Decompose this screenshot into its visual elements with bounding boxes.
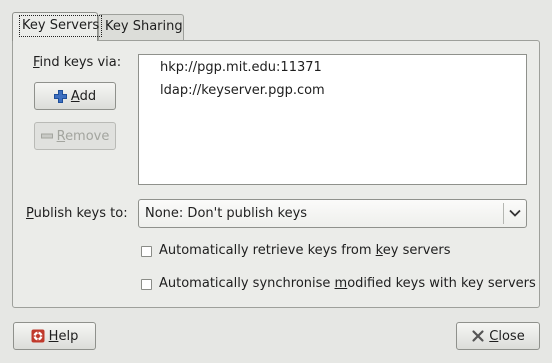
- chevron-down-icon: [508, 206, 522, 220]
- retrieve-keys-checkbox[interactable]: [141, 246, 152, 257]
- tab-label: Key Sharing: [105, 19, 183, 34]
- list-item[interactable]: ldap://keyserver.pgp.com: [160, 83, 325, 98]
- add-button[interactable]: Add: [34, 82, 116, 110]
- add-button-label: Add: [70, 88, 97, 104]
- publish-keys-value: None: Don't publish keys: [145, 206, 308, 221]
- find-keys-label: Find keys via:: [33, 55, 122, 70]
- close-button[interactable]: Close: [456, 322, 540, 350]
- preferences-window: Key Servers Key Sharing Find keys via: A…: [0, 0, 552, 363]
- remove-button-label: Remove: [56, 128, 110, 144]
- synchronise-keys-checkbox[interactable]: [141, 279, 152, 290]
- key-servers-panel: Find keys via: Add Remove hkp://pgp.mit.…: [12, 40, 540, 308]
- help-button[interactable]: Help: [13, 322, 96, 350]
- synchronise-keys-label[interactable]: Automatically synchronise modified keys …: [159, 276, 536, 291]
- close-x-icon: [471, 329, 485, 343]
- tab-key-servers[interactable]: Key Servers: [12, 12, 103, 41]
- tab-label: Key Servers: [19, 15, 103, 37]
- publish-keys-label: Publish keys to:: [26, 206, 128, 221]
- key-server-list[interactable]: hkp://pgp.mit.edu:11371 ldap://keyserver…: [138, 54, 527, 185]
- list-item[interactable]: hkp://pgp.mit.edu:11371: [160, 60, 322, 75]
- help-button-label: Help: [48, 328, 79, 344]
- tab-key-sharing[interactable]: Key Sharing: [98, 14, 184, 40]
- plus-icon: [53, 89, 67, 103]
- close-button-label: Close: [489, 328, 525, 344]
- retrieve-keys-label[interactable]: Automatically retrieve keys from key ser…: [159, 243, 451, 258]
- publish-keys-dropdown[interactable]: None: Don't publish keys: [138, 199, 527, 228]
- help-lifebuoy-icon: [31, 329, 45, 343]
- dropdown-separator: [503, 203, 504, 224]
- remove-button[interactable]: Remove: [34, 122, 116, 150]
- minus-icon: [40, 130, 53, 142]
